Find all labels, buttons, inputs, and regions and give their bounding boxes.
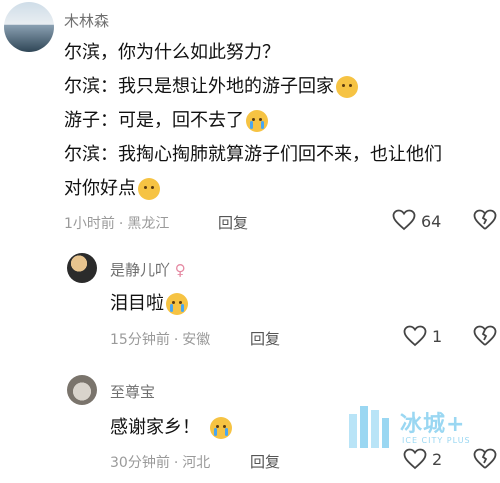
- meta-dot: ·: [173, 332, 179, 348]
- comment-line: 尔滨，你为什么如此努力？: [64, 42, 280, 63]
- crying-face-emoji: [210, 417, 232, 439]
- pleading-face-emoji: [138, 178, 160, 200]
- dislike-button[interactable]: [473, 325, 497, 347]
- reply-text: 感谢家乡！: [110, 417, 200, 438]
- reply-button[interactable]: 回复: [250, 328, 280, 349]
- watermark-subtext: ICE CITY PLUS: [402, 436, 471, 445]
- reply-time: 15分钟前: [110, 332, 170, 348]
- pleading-face-emoji: [336, 76, 358, 98]
- reply-author[interactable]: 是静儿吖 ♀: [110, 259, 186, 280]
- reply-text: 泪目啦: [110, 293, 164, 314]
- broken-heart-icon: [473, 209, 497, 230]
- reply-location: 河北: [182, 455, 211, 471]
- reply-author-name[interactable]: 是静儿吖: [110, 261, 170, 279]
- dislike-button[interactable]: [473, 448, 497, 470]
- comment-line: 游子：可是，回不去了: [64, 110, 244, 131]
- like-count: 1: [432, 327, 443, 346]
- comment-time: 1小时前: [64, 216, 115, 232]
- reply-body: 感谢家乡！: [110, 411, 232, 445]
- comment-author[interactable]: 木林森: [64, 10, 109, 31]
- crying-face-emoji: [246, 110, 268, 132]
- crying-face-emoji: [166, 293, 188, 315]
- heart-outline-icon: [392, 209, 416, 231]
- avatar[interactable]: [67, 253, 97, 283]
- like-count: 2: [432, 450, 443, 469]
- like-button[interactable]: [403, 325, 427, 347]
- like-count: 64: [421, 212, 442, 231]
- like-button[interactable]: [392, 209, 416, 231]
- comment-line: 对你好点: [64, 178, 136, 199]
- broken-heart-icon: [473, 325, 497, 346]
- reply-body: 泪目啦: [110, 287, 188, 321]
- heart-outline-icon: [403, 325, 427, 347]
- dislike-button[interactable]: [473, 209, 497, 231]
- meta-dot: ·: [118, 216, 124, 232]
- reply-meta: 15分钟前 · 安徽: [110, 329, 214, 349]
- reply-author[interactable]: 至尊宝: [110, 381, 155, 402]
- reply-button[interactable]: 回复: [250, 451, 280, 472]
- comment-location: 黑龙江: [127, 216, 170, 232]
- comment-line: 尔滨：我掏心掏肺就算游子们回不来，也让他们: [64, 144, 442, 165]
- ice-city-logo-icon: [349, 406, 389, 448]
- broken-heart-icon: [473, 448, 497, 469]
- avatar[interactable]: [67, 375, 97, 405]
- comment-body: 尔滨，你为什么如此努力？ 尔滨：我只是想让外地的游子回家 游子：可是，回不去了 …: [64, 36, 442, 206]
- reply-button[interactable]: 回复: [218, 212, 248, 233]
- watermark-logo: [347, 402, 391, 454]
- comment-line: 尔滨：我只是想让外地的游子回家: [64, 76, 334, 97]
- meta-dot: ·: [173, 455, 179, 471]
- comment-meta: 1小时前 · 黑龙江: [64, 213, 173, 233]
- reply-time: 30分钟前: [110, 455, 170, 471]
- avatar[interactable]: [4, 2, 54, 52]
- reply-location: 安徽: [182, 332, 211, 348]
- reply-meta: 30分钟前 · 河北: [110, 452, 214, 472]
- dancer-icon: ♀: [170, 261, 186, 279]
- like-button[interactable]: [403, 448, 427, 470]
- heart-outline-icon: [403, 448, 427, 470]
- watermark-text: 冰城+: [400, 412, 466, 437]
